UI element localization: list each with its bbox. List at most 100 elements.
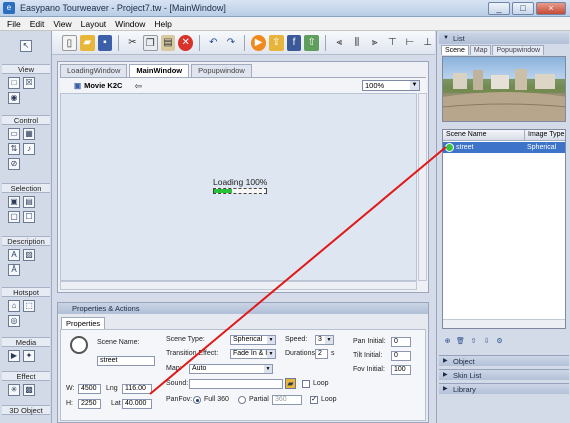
menu-window[interactable]: Window <box>115 19 145 29</box>
sound-loop-checkbox[interactable] <box>302 380 310 388</box>
open-folder-icon[interactable]: ▰ <box>285 378 296 389</box>
partial-input[interactable]: 360 <box>272 395 302 405</box>
compass-icon[interactable]: ✦ <box>23 350 35 362</box>
polygon-hotspot-icon[interactable]: ⬚ <box>23 300 35 312</box>
close-button[interactable]: × <box>536 2 566 15</box>
scene-name-input[interactable]: street <box>97 356 155 366</box>
image-viewer-icon[interactable]: ☒ <box>23 77 35 89</box>
speed-select[interactable]: 3 ▼ <box>315 335 334 345</box>
publish-icon[interactable]: ⇪ <box>268 34 284 51</box>
hotspot-icon[interactable]: ⌂ <box>8 300 20 312</box>
tab-main-window[interactable]: MainWindow <box>129 64 190 77</box>
sparkle-effect-icon[interactable]: ✳ <box>8 384 20 396</box>
menu-help[interactable]: Help <box>154 19 171 29</box>
panfov-loop-checkbox[interactable]: ✓ <box>310 396 318 404</box>
text-tool-icon[interactable]: A <box>8 249 20 261</box>
thumbnail-icon[interactable]: ▣ <box>8 196 20 208</box>
tab-popupwindow[interactable]: Popupwindow <box>492 45 545 55</box>
section-title-view: View <box>2 64 50 74</box>
height-input[interactable]: 2250 <box>78 399 101 409</box>
viewer-icon[interactable]: □ <box>8 77 20 89</box>
image-tool-icon[interactable]: ▨ <box>23 249 35 261</box>
library-header[interactable]: ▶ Library <box>439 383 569 394</box>
maximize-button[interactable]: □ <box>512 2 534 15</box>
list-item[interactable]: street Spherical <box>443 142 565 153</box>
map-select[interactable]: Auto ▼ <box>189 364 273 374</box>
pan-initial-input[interactable]: 0 <box>391 337 411 347</box>
lat-input[interactable]: 40.000 <box>122 399 152 409</box>
align-left-icon[interactable]: ⫷ <box>332 35 347 51</box>
tab-loading-window[interactable]: LoadingWindow <box>60 64 128 77</box>
column-scene-name[interactable]: Scene Name <box>443 130 525 140</box>
move-up-icon[interactable]: ⇧ <box>469 337 478 346</box>
facebook-icon[interactable]: f <box>286 34 302 51</box>
object-header[interactable]: ▶ Object <box>439 355 569 366</box>
delete-scene-icon[interactable]: 🗑 <box>456 337 465 346</box>
tab-scene[interactable]: Scene <box>441 45 469 55</box>
skin-list-header[interactable]: ▶ Skin List <box>439 369 569 380</box>
text-box-icon[interactable]: Ā <box>8 264 20 276</box>
check-list-icon[interactable]: ☐ <box>23 211 35 223</box>
transition-effect-select[interactable]: Fade In & I ▼ <box>230 349 276 359</box>
design-canvas[interactable]: Loading 100% <box>60 93 417 281</box>
back-arrow-icon[interactable]: ⇦ <box>134 81 148 91</box>
list-box-icon[interactable]: ▤ <box>23 196 35 208</box>
canvas-horizontal-scrollbar[interactable] <box>60 281 417 290</box>
copy-icon[interactable]: ❐ <box>142 34 158 51</box>
delete-icon[interactable]: ✕ <box>178 34 194 51</box>
properties-header[interactable]: Properties & Actions <box>58 303 428 314</box>
add-scene-icon[interactable]: ⊕ <box>443 337 452 346</box>
column-image-type[interactable]: Image Type <box>525 130 565 140</box>
pointer-icon[interactable]: ↖ <box>20 40 32 52</box>
minimize-button[interactable]: _ <box>488 2 510 15</box>
align-bottom-icon[interactable]: ⊥ <box>420 35 435 51</box>
align-right-icon[interactable]: ⫸ <box>367 35 382 51</box>
slider-tool-icon[interactable]: ⇅ <box>8 143 20 155</box>
sound-tool-icon[interactable]: ♪ <box>23 143 35 155</box>
scene-list-scrollbar[interactable] <box>443 319 565 328</box>
lng-input[interactable]: 116.00 <box>122 384 152 394</box>
section-title-3d-object[interactable]: 3D Object <box>2 405 50 415</box>
button-tool-icon[interactable]: ▭ <box>8 128 20 140</box>
stop-tool-icon[interactable]: ⊘ <box>8 158 20 170</box>
radar-icon[interactable]: ◎ <box>8 315 20 327</box>
menu-layout[interactable]: Layout <box>81 19 107 29</box>
align-center-icon[interactable]: ⫼ <box>350 35 365 51</box>
canvas-vertical-scrollbar[interactable] <box>418 93 427 281</box>
tilt-initial-input[interactable]: 0 <box>391 351 411 361</box>
combo-box-icon[interactable]: ▢ <box>8 211 20 223</box>
control-bar-icon[interactable]: ▦ <box>23 128 35 140</box>
paste-icon[interactable]: ▤ <box>160 34 176 51</box>
frame-effect-icon[interactable]: ▩ <box>23 384 35 396</box>
new-file-icon[interactable]: ▯ <box>62 34 77 51</box>
redo-icon[interactable]: ↷ <box>224 35 239 51</box>
move-down-icon[interactable]: ⇩ <box>482 337 491 346</box>
save-icon[interactable]: ▪ <box>97 34 113 51</box>
menu-view[interactable]: View <box>53 19 71 29</box>
movie-button[interactable]: ▣ Movie K2C <box>74 81 122 90</box>
video-icon[interactable]: ▶ <box>8 350 20 362</box>
partial-radio[interactable] <box>238 396 246 404</box>
fov-initial-input[interactable]: 100 <box>391 365 411 375</box>
preview-icon[interactable]: ▶ <box>251 34 266 51</box>
cut-icon[interactable]: ✂ <box>125 35 140 51</box>
tab-map[interactable]: Map <box>469 45 492 55</box>
durations-input[interactable]: 2 <box>315 349 328 359</box>
scene-type-select[interactable]: Spherical ▼ <box>230 335 276 345</box>
menu-edit[interactable]: Edit <box>30 19 45 29</box>
scene-settings-icon[interactable]: ⚙ <box>495 337 504 346</box>
menu-file[interactable]: File <box>7 19 21 29</box>
open-folder-icon[interactable]: ▰ <box>79 34 95 51</box>
undo-icon[interactable]: ↶ <box>206 35 221 51</box>
export-icon[interactable]: ⇧ <box>304 34 320 51</box>
width-input[interactable]: 4500 <box>78 384 101 394</box>
tab-properties[interactable]: Properties <box>61 317 106 329</box>
align-middle-icon[interactable]: ⊢ <box>403 35 418 51</box>
list-header[interactable]: ▼ List <box>439 33 569 44</box>
sound-input[interactable] <box>189 379 283 389</box>
zoom-select[interactable]: 100% ▼ <box>362 80 420 91</box>
full360-radio[interactable] <box>193 396 201 404</box>
tab-popup-window[interactable]: Popupwindow <box>191 64 252 77</box>
align-top-icon[interactable]: ⊤ <box>385 35 400 51</box>
globe-icon[interactable]: ◉ <box>8 92 20 104</box>
